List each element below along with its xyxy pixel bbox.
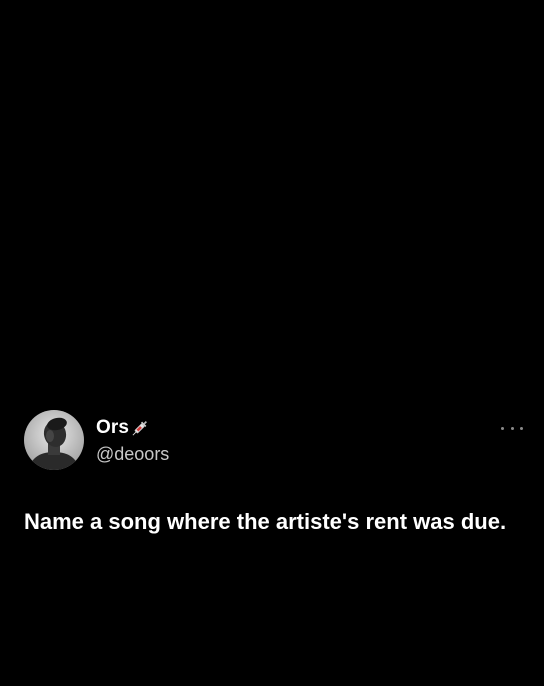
syringe-icon — [131, 417, 151, 442]
tweet-text: Name a song where the artiste's rent was… — [24, 509, 507, 534]
more-dot — [501, 426, 504, 430]
tweet-author: Ors @deoors — [96, 416, 169, 465]
author-name-row: Ors — [96, 416, 169, 440]
author-display-name[interactable]: Ors — [96, 417, 129, 439]
more-dot — [510, 426, 514, 430]
avatar-photo — [24, 410, 84, 470]
author-handle[interactable]: @deoors — [96, 444, 169, 465]
tweet-card: Ors @deoors Name a song where the artist… — [0, 0, 544, 686]
avatar[interactable] — [24, 410, 84, 470]
more-dot — [520, 426, 523, 430]
more-horizontal-icon[interactable] — [501, 420, 523, 436]
